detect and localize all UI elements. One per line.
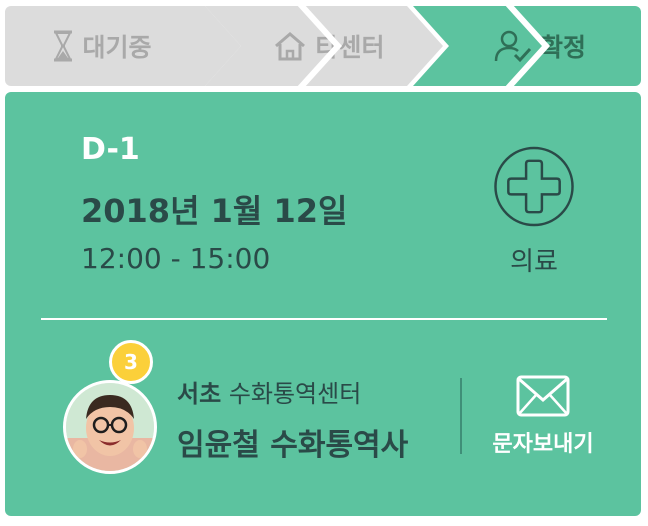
avatar[interactable] [63,380,157,474]
interpreter-name: 임윤철 수화통역사 [177,428,409,463]
appointment-card: D-1 2018년 1월 12일 12:00 - 15:00 의료 3 서초 수… [5,92,641,516]
envelope-icon [516,375,570,417]
step-other-center-label: 타센터 [315,33,385,62]
center-name: 서초 수화통역센터 [177,374,361,409]
step-confirmed-label: 확정 [539,33,586,62]
d-day-label: D-1 [81,132,140,167]
center-region: 서초 [177,380,222,408]
vertical-divider [460,378,462,454]
step-waiting-label: 대기중 [82,33,152,62]
notification-badge: 3 [109,340,153,384]
avatar-photo [66,383,154,471]
category-label: 의료 [510,247,558,277]
send-sms-button[interactable]: 문자보내기 [483,374,603,464]
category-medical-button[interactable]: 의료 [475,146,593,278]
appointment-time: 12:00 - 15:00 [81,242,271,275]
step-waiting[interactable]: 대기중 [5,6,241,86]
home-icon [273,31,307,61]
appointment-date: 2018년 1월 12일 [81,192,348,230]
divider [41,318,607,320]
hourglass-icon [52,30,74,62]
center-type: 수화통역센터 [228,380,362,408]
send-sms-label: 문자보내기 [492,432,594,457]
medical-cross-icon [494,146,574,227]
interpreter-avatar-wrap[interactable]: 3 [63,340,157,474]
step-confirmed[interactable]: 확정 [413,6,641,86]
progress-steps: 대기중 타센터 확정 [5,6,641,86]
user-check-icon [494,29,532,63]
